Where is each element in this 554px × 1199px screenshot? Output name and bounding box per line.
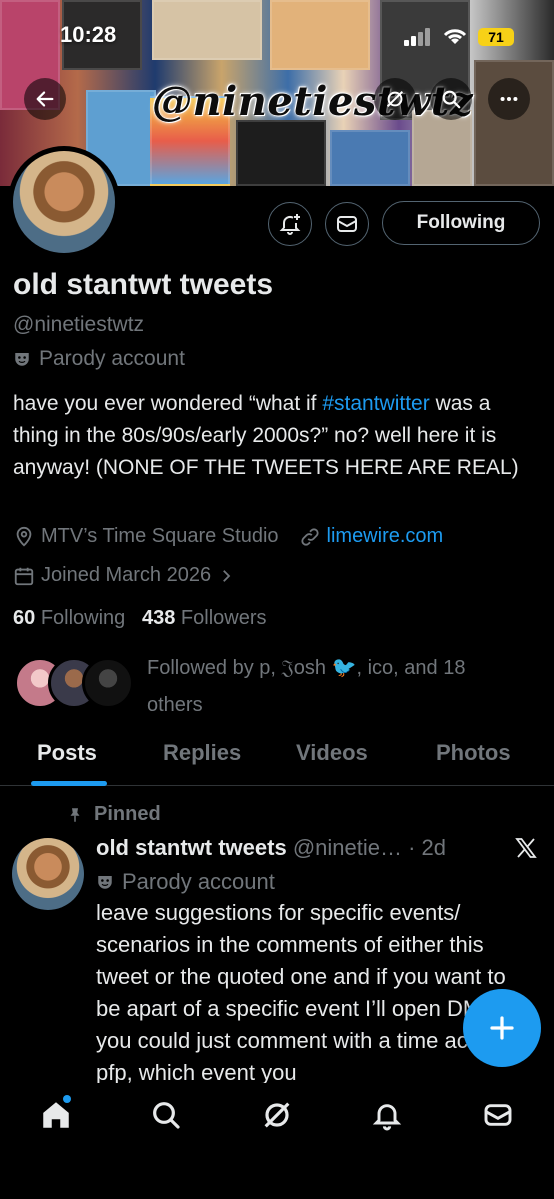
battery-indicator: 71 <box>478 28 514 46</box>
follower-avatar <box>82 657 134 709</box>
profile-handle: @ninetiestwtz <box>13 313 145 336</box>
explore-search-icon <box>153 1102 180 1129</box>
bio-text: have you ever wondered “what if <box>13 392 323 415</box>
following-count-link[interactable]: 60 Following <box>13 607 125 629</box>
following-count: 60 <box>13 607 36 629</box>
profile-meta-row: MTV’s Time Square Studio limewire.com <box>13 525 443 548</box>
home-icon <box>43 1102 69 1128</box>
status-time: 10:28 <box>60 22 117 47</box>
display-name: old stantwt tweets <box>13 268 274 301</box>
more-button[interactable] <box>488 78 530 120</box>
tweet-author-avatar[interactable] <box>12 838 84 910</box>
tab-photos[interactable]: Photos <box>436 740 511 766</box>
followers-label: Followers <box>180 607 267 629</box>
following-label: Following <box>40 607 126 629</box>
active-tab-indicator <box>31 781 107 786</box>
calendar-icon <box>14 567 34 585</box>
pinned-label: Pinned <box>66 803 161 826</box>
notification-bell-add-icon <box>279 214 301 235</box>
tweet-handle-time: @ninetie… · 2d <box>292 835 446 860</box>
profile-location: MTV’s Time Square Studio <box>41 525 279 547</box>
pin-icon <box>70 807 80 822</box>
back-button[interactable] <box>24 78 66 120</box>
message-icon <box>337 216 357 232</box>
profile-tabs: Posts Replies Videos Photos <box>0 728 554 786</box>
notifications-icon <box>372 1104 402 1131</box>
grok-nav-icon <box>264 1102 290 1128</box>
tab-replies[interactable]: Replies <box>163 740 241 766</box>
profile-avatar[interactable] <box>8 146 120 258</box>
search-icon <box>442 90 461 109</box>
chevron-right-icon <box>223 569 231 582</box>
profile-bio: have you ever wondered “what if #stantwi… <box>13 388 533 484</box>
followed-by-text[interactable]: Followed by p, 𝔍osh 🐦, ico, and 18 other… <box>147 650 517 724</box>
messages-icon <box>484 1104 512 1126</box>
profile-website-link[interactable]: limewire.com <box>327 525 444 548</box>
compose-button[interactable] <box>463 989 541 1067</box>
tweet-text[interactable]: leave suggestions for specific events/ s… <box>96 897 536 1089</box>
followers-count-link[interactable]: 438 Followers <box>142 607 267 629</box>
follow-counts: 60 Following 438 Followers <box>13 607 266 630</box>
more-icon <box>500 96 518 102</box>
tweet-header: old stantwt tweets @ninetie… · 2d <box>96 835 446 861</box>
tweet-parody-text: Parody account <box>122 869 275 894</box>
nav-notifications[interactable] <box>369 1097 405 1133</box>
avatar-image <box>13 151 115 253</box>
tweet-author-name[interactable]: old stantwt tweets <box>96 835 287 860</box>
banner-title: @ninetiestwtz <box>152 78 474 125</box>
banner-tile <box>236 120 326 186</box>
wifi-icon <box>443 29 467 44</box>
nav-messages[interactable] <box>480 1097 516 1133</box>
signal-icon <box>404 28 430 46</box>
banner-tile <box>330 130 410 186</box>
message-button[interactable] <box>325 202 369 246</box>
search-button[interactable] <box>430 78 472 120</box>
back-arrow-icon <box>36 91 54 107</box>
tab-videos[interactable]: Videos <box>296 740 368 766</box>
grok-icon <box>386 90 404 108</box>
nav-explore[interactable] <box>148 1097 184 1133</box>
avatar-image <box>12 838 84 910</box>
status-bar: 10:28 71 <box>0 20 554 54</box>
followed-by-avatars[interactable] <box>14 657 134 713</box>
notifications-subscribe-button[interactable] <box>268 202 312 246</box>
grok-button[interactable] <box>374 78 416 120</box>
parody-mask-icon <box>15 353 29 366</box>
joined-date: Joined March 2026 <box>41 564 212 586</box>
link-icon <box>300 527 319 546</box>
home-notification-dot <box>63 1095 71 1103</box>
bio-hashtag-link[interactable]: #stantwitter <box>322 392 429 415</box>
x-logo-icon <box>515 838 537 858</box>
plus-icon <box>490 1016 514 1040</box>
parody-mask-icon <box>98 876 112 889</box>
joined-row[interactable]: Joined March 2026 <box>13 564 235 587</box>
location-icon <box>16 526 32 547</box>
parody-label: Parody account <box>13 347 185 371</box>
following-button[interactable]: Following <box>382 201 540 245</box>
tweet-parody-label: Parody account <box>96 869 275 895</box>
pinned-text: Pinned <box>94 803 161 825</box>
nav-grok[interactable] <box>259 1097 295 1133</box>
followers-count: 438 <box>141 607 176 629</box>
tab-posts[interactable]: Posts <box>37 740 97 766</box>
bottom-navigation <box>0 1083 554 1199</box>
parody-label-text: Parody account <box>39 347 185 370</box>
